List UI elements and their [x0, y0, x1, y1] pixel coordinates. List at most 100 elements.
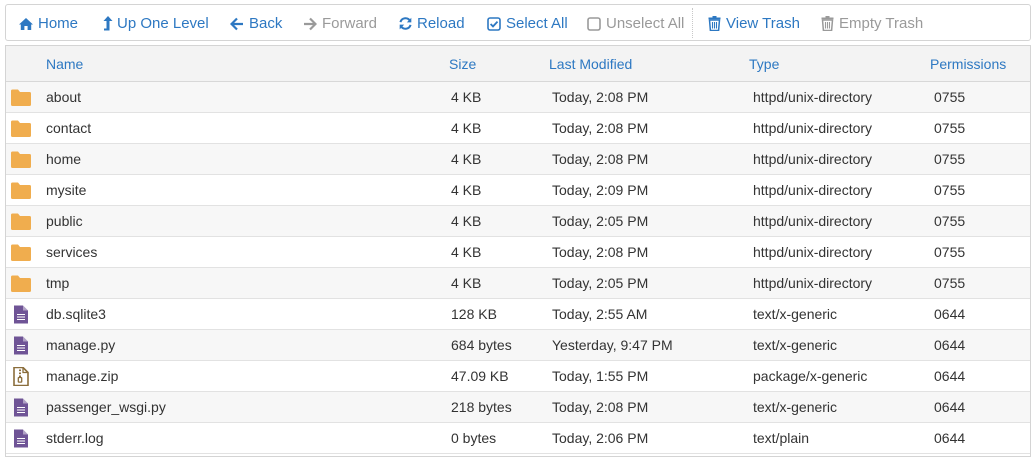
table-row[interactable]: manage.py 684 bytes Yesterday, 9:47 PM text… — [6, 330, 1030, 361]
file-modified: Today, 1:55 PM — [552, 368, 649, 384]
file-modified: Today, 2:08 PM — [552, 399, 649, 415]
column-header-permissions[interactable]: Permissions — [930, 46, 1006, 82]
empty-box-icon — [586, 16, 602, 32]
table-row[interactable]: about 4 KB Today, 2:08 PM httpd/unix-direct… — [6, 82, 1030, 113]
file-size: 4 KB — [451, 120, 482, 136]
refresh-icon — [397, 16, 413, 32]
file-permissions: 0755 — [934, 275, 966, 291]
file-size: 4 KB — [451, 275, 482, 291]
home-button[interactable]: Home — [18, 5, 78, 42]
table-row[interactable]: manage.zip 47.09 KB Today, 1:55 PM package/… — [6, 361, 1030, 392]
file-size: 684 bytes — [451, 337, 512, 353]
file-name: passenger_wsgi.py — [46, 399, 166, 415]
text-file-icon — [10, 429, 32, 448]
reload-button[interactable]: Reload — [397, 5, 465, 42]
column-header-last-modified[interactable]: Last Modified — [549, 46, 632, 82]
file-permissions: 0644 — [934, 368, 966, 384]
level-up-icon — [103, 15, 113, 32]
file-name: contact — [46, 120, 92, 136]
file-modified: Today, 2:08 PM — [552, 151, 649, 167]
file-permissions: 0755 — [934, 120, 966, 136]
text-file-icon — [10, 398, 32, 417]
folder-icon — [10, 181, 32, 200]
file-permissions: 0755 — [934, 89, 966, 105]
file-size: 4 KB — [451, 151, 482, 167]
file-permissions: 0755 — [934, 151, 966, 167]
file-type: httpd/unix-directory — [753, 182, 873, 198]
file-size: 4 KB — [451, 244, 482, 260]
file-modified: Yesterday, 9:47 PM — [552, 337, 673, 353]
up-one-level-label: Up One Level — [117, 15, 209, 32]
table-row[interactable]: home 4 KB Today, 2:08 PM httpd/unix-directo… — [6, 144, 1030, 175]
file-size: 4 KB — [451, 213, 482, 229]
file-type: httpd/unix-directory — [753, 244, 873, 260]
file-name: mysite — [46, 182, 87, 198]
back-button[interactable]: Back — [229, 5, 282, 42]
back-button-label: Back — [249, 15, 283, 32]
file-list-table: Name Size Last Modified Type Permissions… — [5, 45, 1031, 457]
table-row[interactable]: stderr.log 0 bytes Today, 2:06 PM text/plai… — [6, 423, 1030, 454]
file-modified: Today, 2:08 PM — [552, 120, 649, 136]
file-type: package/x-generic — [753, 368, 868, 384]
table-row[interactable]: db.sqlite3 128 KB Today, 2:55 AM text/x-gen… — [6, 299, 1030, 330]
table-row[interactable]: contact 4 KB Today, 2:08 PM httpd/unix-dire… — [6, 113, 1030, 144]
table-row[interactable]: public 4 KB Today, 2:05 PM httpd/unix-direc… — [6, 206, 1030, 237]
table-header: Name Size Last Modified Type Permissions — [6, 46, 1030, 82]
view-trash-button[interactable]: View Trash — [706, 5, 800, 42]
file-name: tmp — [46, 275, 70, 291]
archive-file-icon — [10, 366, 32, 387]
file-type: text/x-generic — [753, 306, 838, 322]
column-header-type[interactable]: Type — [749, 46, 779, 82]
forward-button[interactable]: Forward — [302, 5, 377, 42]
file-name: services — [46, 244, 98, 260]
file-modified: Today, 2:09 PM — [552, 182, 649, 198]
table-row[interactable]: services 4 KB Today, 2:08 PM httpd/unix-dir… — [6, 237, 1030, 268]
file-type: httpd/unix-directory — [753, 275, 873, 291]
column-header-name[interactable]: Name — [46, 46, 83, 82]
file-permissions: 0755 — [934, 213, 966, 229]
table-row[interactable]: passenger_wsgi.py 218 bytes Today, 2:08 PM… — [6, 392, 1030, 423]
file-name: public — [46, 213, 83, 229]
arrow-right-icon — [302, 16, 318, 32]
view-trash-label: View Trash — [726, 15, 800, 32]
file-modified: Today, 2:05 PM — [552, 213, 649, 229]
file-modified: Today, 2:08 PM — [552, 89, 649, 105]
file-modified: Today, 2:05 PM — [552, 275, 649, 291]
folder-icon — [10, 88, 32, 107]
trash-icon — [819, 16, 835, 32]
file-permissions: 0755 — [934, 182, 966, 198]
up-one-level-button[interactable]: Up One Level — [103, 5, 209, 42]
home-icon — [18, 16, 34, 32]
file-permissions: 0755 — [934, 244, 966, 260]
file-manager-toolbar: Home Up One Level Back Forward Reload Se… — [5, 4, 1031, 41]
file-modified: Today, 2:55 AM — [552, 306, 648, 322]
file-permissions: 0644 — [934, 306, 966, 322]
file-permissions: 0644 — [934, 337, 966, 353]
forward-button-label: Forward — [322, 15, 378, 32]
empty-trash-label: Empty Trash — [839, 15, 924, 32]
unselect-all-button[interactable]: Unselect All — [586, 5, 684, 42]
file-size: 218 bytes — [451, 399, 512, 415]
trash-icon — [706, 16, 722, 32]
file-size: 128 KB — [451, 306, 497, 322]
unselect-all-label: Unselect All — [606, 15, 685, 32]
toolbar-divider — [692, 8, 693, 38]
file-name: stderr.log — [46, 430, 104, 446]
folder-icon — [10, 150, 32, 169]
select-all-button[interactable]: Select All — [486, 5, 568, 42]
file-type: text/plain — [753, 430, 810, 446]
table-row[interactable]: mysite 4 KB Today, 2:09 PM httpd/unix-direc… — [6, 175, 1030, 206]
file-permissions: 0644 — [934, 399, 966, 415]
folder-icon — [10, 212, 32, 231]
file-name: manage.zip — [46, 368, 119, 384]
file-size: 0 bytes — [451, 430, 497, 446]
column-header-size[interactable]: Size — [449, 46, 476, 82]
text-file-icon — [10, 305, 32, 324]
checked-box-icon — [486, 16, 502, 32]
file-type: httpd/unix-directory — [753, 213, 873, 229]
empty-trash-button[interactable]: Empty Trash — [819, 5, 923, 42]
file-size: 4 KB — [451, 182, 482, 198]
table-row[interactable]: tmp 4 KB Today, 2:05 PM httpd/unix-director… — [6, 268, 1030, 299]
folder-icon — [10, 274, 32, 293]
folder-icon — [10, 243, 32, 262]
